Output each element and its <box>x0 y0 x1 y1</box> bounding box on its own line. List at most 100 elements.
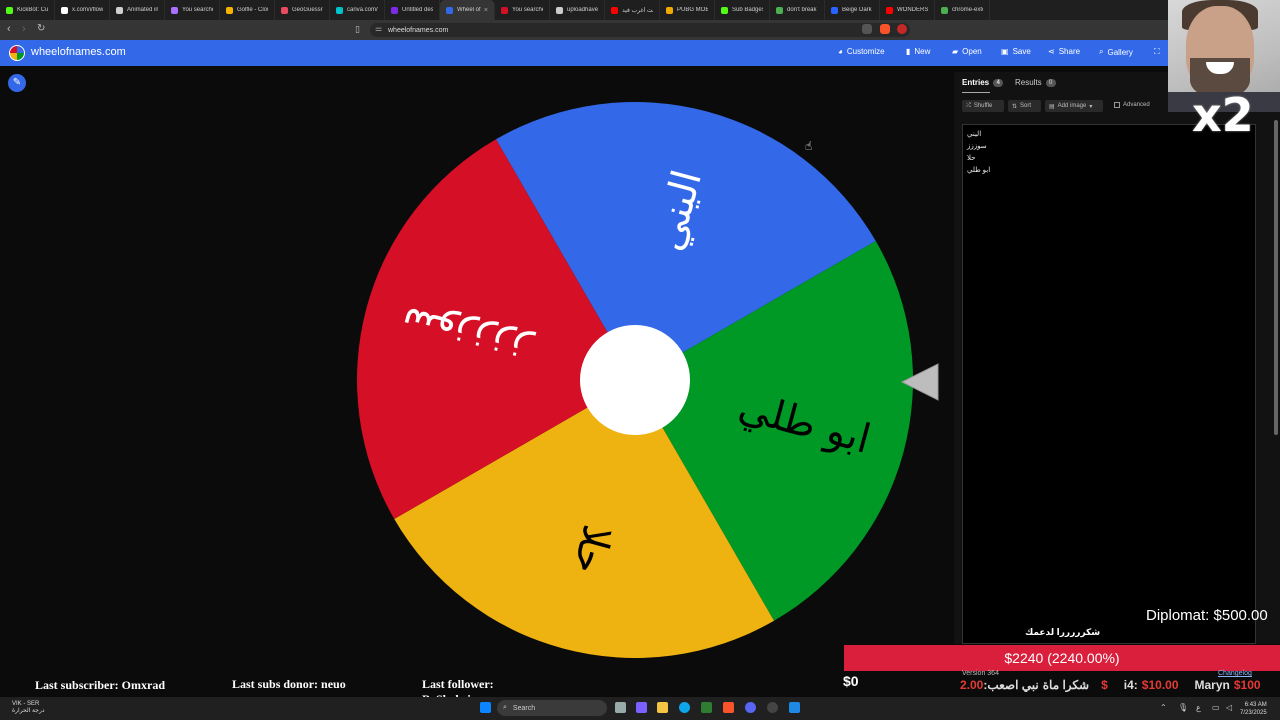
back-icon[interactable]: ‹ <box>7 23 11 35</box>
store-icon[interactable] <box>701 702 712 713</box>
new-label: New <box>914 47 931 56</box>
tab-title: You searched f <box>182 7 213 13</box>
browser-tab[interactable]: You searched f <box>165 0 220 20</box>
tab-title: Beige Dark Gre <box>842 7 873 13</box>
browser-tab[interactable]: جربت أغرب فيد <box>605 0 660 20</box>
tab-results[interactable]: Results 0 <box>1015 78 1056 87</box>
customize-button[interactable]: ◕ Customize <box>838 47 885 56</box>
microphone-icon[interactable]: 🎙 <box>1178 703 1188 712</box>
browser-tab[interactable]: PUBG MOBILE <box>660 0 715 20</box>
bookmark-icon[interactable]: ▯ <box>355 24 360 35</box>
sort-button[interactable]: ⇅ Sort <box>1008 100 1041 112</box>
shuffle-button[interactable]: ⤮ Shuffle <box>962 100 1004 112</box>
weather-widget[interactable]: VIK - SER درجة الحرارة <box>12 701 45 715</box>
tab-entries[interactable]: Entries 4 <box>962 78 1004 87</box>
tab-favicon-icon <box>831 6 838 14</box>
advanced-checkbox[interactable]: Advanced <box>1114 102 1150 108</box>
language-icon[interactable]: ع <box>1196 703 1201 712</box>
brave-icon[interactable] <box>723 702 734 713</box>
browser-tab[interactable]: KickBot: Custom <box>0 0 55 20</box>
tab-favicon-icon <box>171 6 178 14</box>
browser-tab[interactable]: uploadhaven.c <box>550 0 605 20</box>
site-header: wheelofnames.com ◕ Customize ▮ New ▰ Open ▣… <box>0 40 1168 66</box>
tab-favicon-icon <box>6 6 13 14</box>
tab-title: Untitled desig <box>402 7 433 13</box>
entries-textarea[interactable]: اليني سوززز حلا ابو طلي <box>962 124 1256 644</box>
entries-scrollbar[interactable] <box>1274 120 1278 435</box>
share-button[interactable]: ⋖ Share <box>1048 47 1080 56</box>
browser-tab[interactable]: Sub Badges - <box>715 0 770 20</box>
gallery-label: Gallery <box>1107 47 1133 57</box>
chevron-down-icon: ▾ <box>1089 103 1093 110</box>
task-view-icon[interactable] <box>615 702 626 713</box>
forward-icon[interactable]: › <box>22 23 26 35</box>
wheel-center-button[interactable] <box>580 325 690 435</box>
network-icon[interactable]: ▭ <box>1212 703 1220 712</box>
tray-chevron-icon[interactable]: ⌃ <box>1160 703 1167 712</box>
active-tab-indicator <box>962 92 990 93</box>
taskbar-search[interactable]: ⌕ Search <box>497 700 607 716</box>
save-label: Save <box>1012 47 1031 56</box>
tab-title: You searched f <box>512 7 543 13</box>
close-tab-icon[interactable]: × <box>484 7 488 14</box>
brave-shields-icon[interactable] <box>880 24 890 34</box>
tab-title: Golfle - Cloud <box>237 7 268 13</box>
browser-tab[interactable]: x.com/i/flow/k <box>55 0 110 20</box>
browser-tab[interactable]: GeoGuessr Fre <box>275 0 330 20</box>
site-title[interactable]: wheelofnames.com <box>31 46 126 58</box>
tab-title: جربت أغرب فيد <box>622 7 653 14</box>
reload-icon[interactable]: ↻ <box>37 23 45 34</box>
start-icon[interactable] <box>480 702 491 713</box>
browser-tab[interactable]: chrome-extens <box>935 0 990 20</box>
tab-title: Sub Badges - <box>732 7 763 13</box>
volume-icon[interactable]: ◁ <box>1226 703 1232 712</box>
share-page-icon[interactable] <box>862 24 872 34</box>
entry-line: سوززز <box>967 143 987 150</box>
tab-favicon-icon <box>116 6 123 14</box>
browser-tab[interactable]: You searched f <box>495 0 550 20</box>
entries-panel: Entries 4 Results 0 ⤮ Shuffle ⇅ Sort ▤ Add … <box>954 72 1280 644</box>
save-button[interactable]: ▣ Save <box>1001 47 1031 56</box>
customize-label: Customize <box>846 47 885 56</box>
browser-tab[interactable]: canva.com/vid <box>330 0 385 20</box>
file-explorer-icon[interactable] <box>657 702 668 713</box>
browser-tab[interactable]: Golfle - Cloud <box>220 0 275 20</box>
donor-name: نبي اصعب: <box>983 678 1039 692</box>
new-button[interactable]: ▮ New <box>906 47 930 56</box>
clock-time: 6:43 AM <box>1244 702 1267 708</box>
tab-favicon-icon <box>556 6 563 14</box>
browser-tab[interactable]: Beige Dark Gre <box>825 0 880 20</box>
donor-ticker: شكرا ماةنبي اصعب:2.00$ i4: $10.00 Maryn $100 <box>960 678 1280 692</box>
tab-favicon-icon <box>446 6 453 14</box>
edge-icon[interactable] <box>679 702 690 713</box>
weather-line-2: درجة الحرارة <box>12 708 45 714</box>
extension-icon[interactable] <box>897 24 907 34</box>
tab-results-label: Results <box>1015 78 1042 87</box>
browser-tab[interactable]: Wheel of × <box>440 0 495 20</box>
browser-tab[interactable]: Untitled desig <box>385 0 440 20</box>
gallery-button[interactable]: ⌕ Gallery <box>1099 47 1133 57</box>
app-icon[interactable] <box>789 702 800 713</box>
edit-pencil-icon[interactable]: ✎ <box>8 74 26 92</box>
fullscreen-button[interactable]: ⛶ <box>1154 47 1160 57</box>
taskbar-clock[interactable]: 6:43 AM 7/23/2025 <box>1240 701 1267 717</box>
tab-title: WONDERS OF <box>897 7 928 13</box>
open-button[interactable]: ▰ Open <box>952 47 982 56</box>
browser-tab[interactable]: Animated imag <box>110 0 165 20</box>
checkbox-box[interactable] <box>1114 102 1120 108</box>
copilot-icon[interactable] <box>636 702 647 713</box>
palette-icon: ◕ <box>838 47 843 56</box>
browser-tab[interactable]: don't break my <box>770 0 825 20</box>
discord-icon[interactable] <box>745 702 756 713</box>
shuffle-label: Shuffle <box>973 103 993 109</box>
wheel-logo-icon[interactable] <box>9 45 25 61</box>
add-image-button[interactable]: ▤ Add image ▾ <box>1045 100 1103 112</box>
obs-icon[interactable] <box>767 702 778 713</box>
site-info-icon[interactable]: ⚌ <box>375 24 382 33</box>
wheel[interactable]: الينيابو طليحلاسوزززز <box>355 100 915 660</box>
url-field[interactable]: ⚌ wheelofnames.com <box>370 23 910 37</box>
browser-tab[interactable]: WONDERS OF <box>880 0 935 20</box>
last-subscriber-label: Last subscriber: Omxrad <box>35 678 165 692</box>
changelog-link[interactable]: Changelog <box>1218 670 1252 677</box>
advanced-label: Advanced <box>1123 102 1150 108</box>
